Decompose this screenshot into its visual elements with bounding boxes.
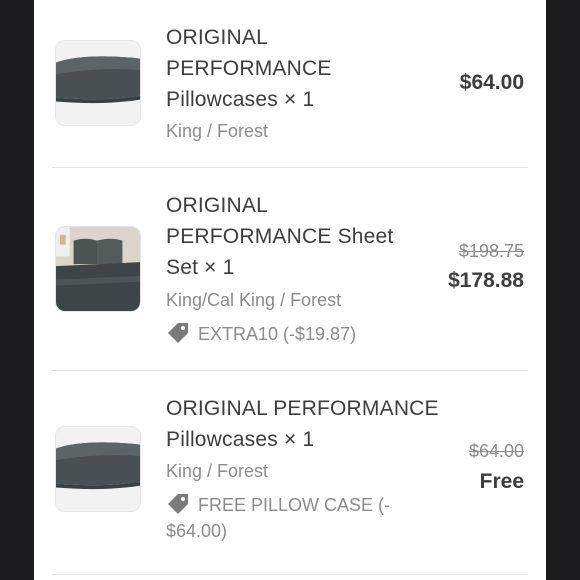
item-variant: King / Forest <box>166 461 269 481</box>
item-title: ORIGINAL PERFORMANCE Sheet Set × 1 <box>166 194 394 279</box>
line-item: ORIGINAL PERFORMANCE Pillowcases × 1 Kin… <box>34 0 546 168</box>
discount-code: EXTRA10 (-$19.87) <box>166 320 356 347</box>
product-image-pillowcases <box>55 426 141 512</box>
tag-icon <box>168 323 188 343</box>
order-summary-panel: ORIGINAL PERFORMANCE Pillowcases × 1 Kin… <box>34 0 546 580</box>
background-right <box>546 0 580 580</box>
item-variant: King / Forest <box>166 121 269 141</box>
background-left <box>0 0 34 580</box>
item-title: ORIGINAL PERFORMANCE Pillowcases × 1 <box>166 26 332 111</box>
item-variant: King/Cal King / Forest <box>166 290 342 310</box>
product-image-pillowcases <box>55 40 141 126</box>
line-item: ORIGINAL PERFORMANCE Pillowcases × 1 Kin… <box>34 371 546 580</box>
item-price: $64.00 <box>459 71 524 94</box>
item-price: $178.88 <box>448 269 524 292</box>
tag-icon <box>168 494 188 514</box>
discount-code: FREE PILLOW CASE (- $64.00) <box>166 491 390 544</box>
item-divider <box>52 574 528 575</box>
item-title: ORIGINAL PERFORMANCE Pillowcases × 1 <box>166 397 439 451</box>
item-original-price: $198.75 <box>458 241 524 261</box>
product-image-sheet-set <box>55 226 141 312</box>
line-item: ORIGINAL PERFORMANCE Sheet Set × 1 King/… <box>34 168 546 370</box>
item-original-price: $64.00 <box>468 441 524 461</box>
item-price: Free <box>479 470 524 493</box>
